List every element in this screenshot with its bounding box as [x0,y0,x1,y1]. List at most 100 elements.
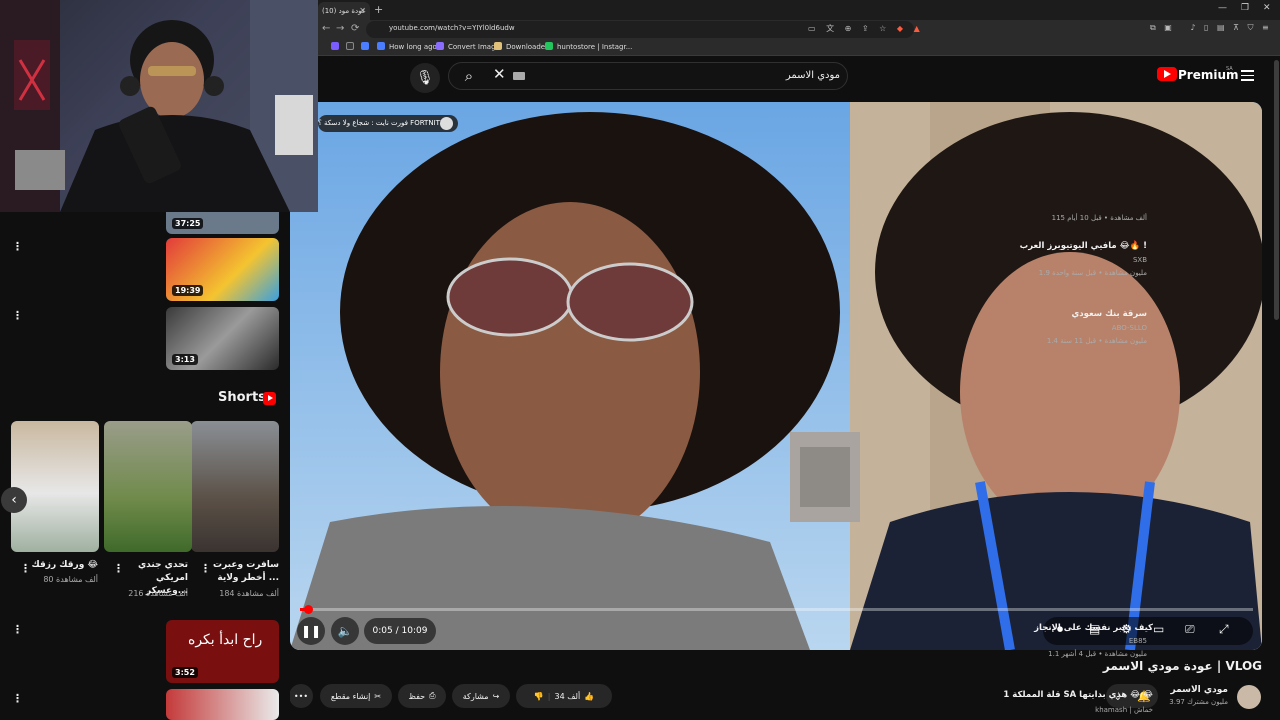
volume-icon: 🔈 [337,624,353,638]
search-input[interactable]: مودي الاسمر [600,70,840,81]
reload-icon[interactable]: ⟳ [351,23,359,34]
chevron-left-icon[interactable]: ‹ [1,487,27,513]
webcam-scene [0,0,318,212]
menu-hamburger-icon[interactable] [1241,70,1254,84]
voice-search-button[interactable]: 🎙 [410,63,440,93]
close-tab-icon[interactable]: ✕ [359,6,366,15]
short-views: 184 ألف مشاهدة [219,589,279,598]
video-title[interactable]: كيف تجبر نفسك على الإنجاز [1034,623,1153,633]
bookmark-downloader[interactable]: Downloader [494,42,548,51]
progress-bar[interactable] [300,608,1253,611]
reading-icon[interactable]: ▤ [1217,23,1225,32]
video-thumbnail[interactable]: 3:13 [166,307,279,370]
short-views: 80 ألف مشاهدة [43,575,98,584]
channel-name[interactable]: مودي الاسمر [1150,685,1229,695]
share-icon[interactable]: ⇪ [862,24,869,33]
scissors-icon: ✂ [374,691,382,701]
dislike-icon[interactable]: 👎 [534,692,544,701]
short-views: 216 ألف مشاهدة [128,589,188,598]
chip-avatar [440,117,453,130]
save-button[interactable]: حفظ ⎙ [398,684,446,708]
like-icon[interactable]: 👍 [584,692,594,701]
theater-mode-icon[interactable]: ▭ [1153,622,1164,636]
clear-search-icon[interactable]: ✕ [493,65,506,83]
menu-icon[interactable]: ≡ [1262,23,1269,32]
youtube-logo-icon[interactable] [1157,67,1177,81]
video-thumbnail[interactable]: 19:39 [166,238,279,301]
search-icon: ⌕ [464,67,474,85]
bookmark-label: Convert Image [448,43,500,51]
install-icon[interactable]: ▭ [808,24,816,33]
forward-icon[interactable]: → [336,23,344,34]
channel-name[interactable]: SXB [1133,256,1147,264]
bookmark-c-icon[interactable] [346,42,358,51]
video-thumbnail[interactable]: راح ابدأ بكره 3:52 [166,620,279,683]
bookmark-s-icon[interactable] [331,42,343,51]
video-title[interactable]: مافيي اليوتيوبرز العرب 😂🔥 ! [1020,241,1147,251]
extension-badge-icon[interactable]: ▲ [914,24,920,33]
channel-name[interactable]: EB85 [1129,637,1147,645]
bookmark-label: Downloader [506,43,548,51]
video-meta: 1.1 مليون مشاهدة • قبل 4 أشهر [1048,650,1147,658]
channel-name[interactable]: khamash | خماش [1095,706,1153,714]
pin-icon[interactable]: ⊼ [1233,23,1239,32]
bookmark-huntostore[interactable]: huntostore | Instagr... [545,42,632,51]
translate-icon[interactable]: 文 [826,24,834,33]
vpn-icon[interactable]: ⛉ [1248,23,1254,32]
keyboard-icon[interactable] [513,72,525,80]
duration-badge: 3:52 [172,667,198,678]
more-actions-button[interactable]: ••• [289,684,313,708]
more-vertical-icon[interactable]: ⋮ [12,623,23,636]
screenshot-icon[interactable]: ▣ [1164,23,1172,32]
region-code: SA [1226,66,1233,72]
clip-button[interactable]: إنشاء مقطع ✂ [320,684,392,708]
shield-icon[interactable]: ◆ [897,24,903,33]
bookmark-link-icon[interactable] [361,42,373,51]
search-button[interactable]: ⌕ [450,63,488,89]
video-thumbnail[interactable] [166,689,279,720]
music-icon[interactable]: ♪ [1190,23,1195,32]
short-thumbnail[interactable] [104,421,192,552]
maximize-icon[interactable]: ❐ [1241,3,1249,13]
short-thumbnail[interactable] [11,421,99,552]
short-title[interactable]: ورقك رزقك 😂 [28,559,98,572]
share-label: مشاركة [462,691,489,701]
zoom-icon[interactable]: ⊕ [845,24,852,33]
short-title[interactable]: سافرت وعبرت أخطر ولاية ... [209,559,279,585]
shorts-heading: Shorts [218,390,266,405]
channel-avatar[interactable] [1237,685,1261,709]
fullscreen-icon[interactable]: ⤢ [1219,622,1229,637]
bookmark-how-long-ago[interactable]: How long ago [377,42,437,51]
mute-button[interactable]: 🔈 [331,617,359,645]
bookmark-convert-image[interactable]: Convert Image [436,42,500,51]
video-title[interactable]: قلة المملكة 1 SA هذي بدايتها 😂 😂 [1003,690,1153,700]
video-title[interactable]: سرقة بنك سعودي [1072,309,1148,319]
cast-icon[interactable]: ⎚ [1185,622,1195,637]
sidebar-icon[interactable]: ▯ [1204,23,1208,32]
bookmark-star-icon[interactable]: ☆ [879,24,886,33]
more-vertical-icon[interactable]: ⋮ [12,692,23,705]
share-arrow-icon: ↪ [492,691,500,701]
share-button[interactable]: مشاركة ↪ [452,684,510,708]
webcam-overlay [0,0,318,212]
new-tab-icon[interactable]: + [374,3,383,16]
back-icon[interactable]: ← [322,23,330,34]
duration-badge: 3:13 [172,354,198,365]
scrollbar-thumb[interactable] [1274,60,1279,320]
progress-scrubber[interactable] [304,605,313,614]
close-window-icon[interactable]: ✕ [1263,3,1271,13]
pause-button[interactable]: ❚❚ [297,617,325,645]
more-vertical-icon[interactable]: ⋮ [12,309,23,322]
video-player[interactable] [290,102,1262,650]
minimize-icon[interactable]: — [1218,3,1227,13]
channel-name[interactable]: ABO-SLLO [1112,324,1147,332]
save-icon: ⎙ [429,691,436,700]
more-vertical-icon[interactable]: ⋮ [12,240,23,253]
playlist-chip[interactable]: فورت نايت : شجاع ولا دسكة ؟ FORTNITE [318,115,458,132]
like-dislike-button[interactable]: 👎 | 34 ألف 👍 [516,684,612,708]
bookmark-label: How long ago [389,43,437,51]
short-thumbnail[interactable] [191,421,279,552]
browser-tab[interactable]: (10) عودة مود ✕ [318,2,370,20]
puzzle-icon[interactable]: ⧉ [1150,23,1156,32]
video-meta: 1.9 مليون مشاهدة • قبل سنة واحدة [1038,269,1147,277]
